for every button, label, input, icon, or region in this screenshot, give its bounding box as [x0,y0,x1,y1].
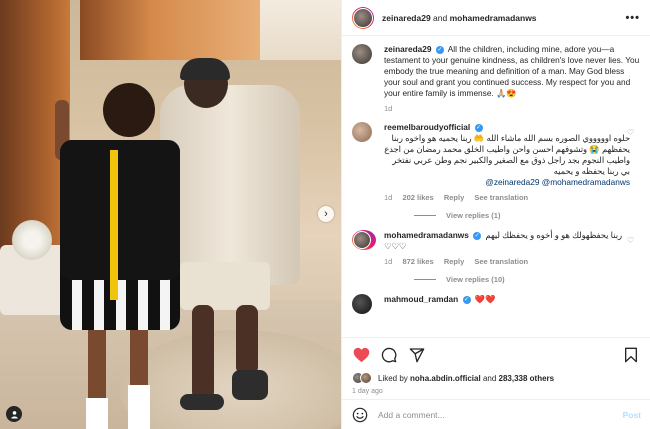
view-replies-label: View replies (10) [446,275,505,284]
more-options-icon[interactable]: ••• [625,12,640,24]
avatar[interactable] [352,294,372,314]
comment-likes[interactable]: 872 likes [402,257,433,266]
avatar [353,231,371,249]
avatar[interactable] [352,44,372,64]
like-button[interactable] [352,346,370,364]
comment-bubble-icon [381,347,397,363]
see-translation-button[interactable]: See translation [474,193,528,202]
post-comment-button[interactable]: Post [623,410,641,420]
comment-text: حلوه اوووووي الصوره بسم الله ماشاء الله … [384,133,630,176]
bookmark-icon [625,347,637,363]
smiley-icon [352,407,368,422]
photo-boy-jersey-top [60,140,180,280]
comment-likes[interactable]: 202 likes [402,193,433,202]
post-header: zeinareda29 and mohamedramadanws ••• [342,0,650,36]
comment-text: ❤️❤️ [474,294,496,304]
caption-username[interactable]: zeinareda29 [384,44,432,54]
photo-man-slipper [232,370,268,400]
post-timestamp[interactable]: 1 day ago [352,388,640,395]
post-photo[interactable]: › [0,0,341,429]
post-authors: zeinareda29 and mohamedramadanws [382,13,537,23]
author-separator: and [433,12,448,23]
photo-boy-head [103,83,155,137]
avatar[interactable] [352,122,372,142]
chevron-right-icon: › [324,208,328,220]
photo-flowers [12,220,52,260]
view-replies-button[interactable]: View replies (1) [414,211,640,220]
see-translation-button[interactable]: See translation [474,257,528,266]
comment-username[interactable]: mohamedramadanws [384,230,469,240]
comment-item: reemelbaroudyofficial ✓ حلوه اوووووي الص… [352,122,640,203]
caption: zeinareda29 ✓ All the children, includin… [352,44,640,114]
liked-by-prefix: Liked by [378,373,408,383]
photo-man-leg [236,305,258,375]
photo-man-leg [192,305,214,400]
comment-input[interactable]: Add a comment... [378,410,623,420]
reply-button[interactable]: Reply [444,257,464,266]
add-comment-bar: Add a comment... Post [342,399,650,429]
comment-item: mohamedramadanws ✓ ربنا يحفظهولك هو و أخ… [352,230,640,267]
photo-boy-sock [86,398,108,429]
paper-plane-icon [409,348,425,363]
person-icon [10,410,18,419]
photo-man-shorts [180,262,270,310]
carousel-next-button[interactable]: › [318,206,334,222]
verified-badge-icon: ✓ [435,45,444,54]
comment-time[interactable]: 1d [384,257,392,266]
comment-username[interactable]: mahmoud_ramdan [384,294,458,304]
avatar-ring[interactable] [352,230,376,250]
post-detail-panel: zeinareda29 and mohamedramadanws ••• zei… [341,0,650,429]
comment-like-heart-icon[interactable]: ♡ [627,236,634,245]
verified-badge-icon: ✓ [462,295,471,304]
comment-mentions[interactable]: zeinareda29 @mohamedramadanws@ [384,177,630,188]
comment-username[interactable]: reemelbaroudyofficial [384,122,470,132]
avatar [353,7,373,28]
coauthor-username[interactable]: mohamedramadanws [450,13,537,23]
heart-filled-icon [353,347,369,363]
replies-divider [414,215,436,216]
liked-by-count[interactable]: 283,338 others [499,374,555,383]
emoji-picker-button[interactable] [352,407,368,423]
comments-list: zeinareda29 ✓ All the children, includin… [342,36,650,337]
photo-boy-jersey-stripe [110,150,118,300]
photo-man-cap [180,58,230,80]
caption-time[interactable]: 1d [384,104,392,113]
comment-time[interactable]: 1d [384,193,392,202]
share-button[interactable] [408,346,426,364]
avatar [360,372,372,384]
tagged-people-button[interactable] [6,406,22,422]
author-username[interactable]: zeinareda29 [382,13,431,23]
photo-man-slipper [180,394,224,410]
view-replies-label: View replies (1) [446,211,501,220]
instagram-post-view: › zeinareda29 and mohamedramadanws ••• z… [0,0,650,429]
photo-boy-sock [128,385,150,429]
comment-button[interactable] [380,346,398,364]
author-avatar-ring[interactable] [352,6,374,29]
reply-button[interactable]: Reply [444,193,464,202]
comment-item: mahmoud_ramdan ✓ ❤️❤️ [352,294,640,314]
replies-divider [414,279,436,280]
view-replies-button[interactable]: View replies (10) [414,275,640,284]
photo-window [80,0,260,60]
comment-like-heart-icon[interactable]: ♡ [627,128,634,137]
liked-by-line: Liked by noha.abdin.official and 283,338… [352,372,640,384]
verified-badge-icon: ✓ [473,231,482,240]
verified-badge-icon: ✓ [474,123,483,132]
post-actions: Liked by noha.abdin.official and 283,338… [342,337,650,429]
liked-by-and: and [482,373,497,383]
photo-man [160,85,300,285]
liked-by-user[interactable]: noha.abdin.official [410,374,481,383]
save-button[interactable] [622,346,640,364]
